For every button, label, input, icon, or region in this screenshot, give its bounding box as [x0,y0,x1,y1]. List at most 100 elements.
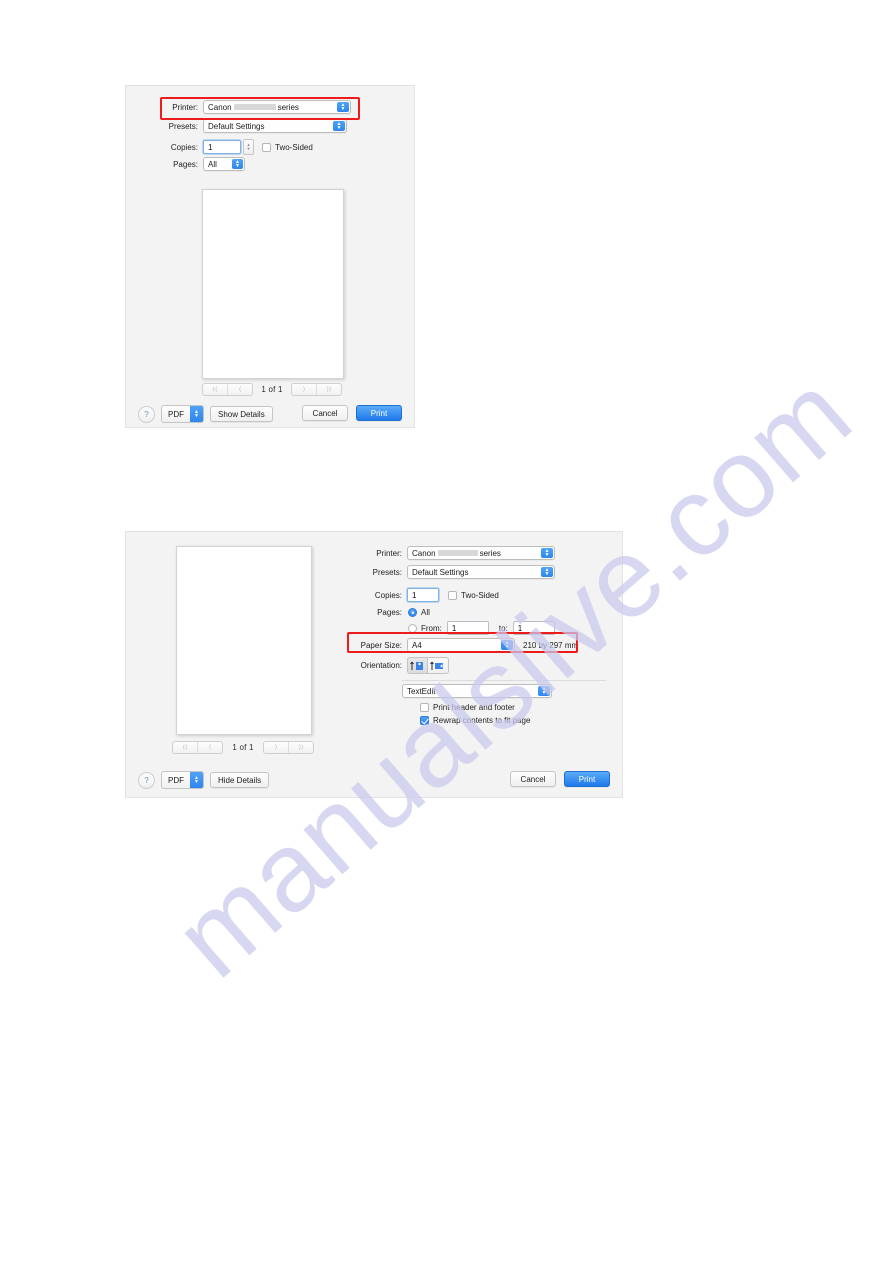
pager-prev-group[interactable]: ⟨⟨ ⟨ [202,383,253,396]
chevron-updown-icon: ▲ ▼ [190,406,203,422]
print-button[interactable]: Print [564,771,610,787]
pdf-button-label: PDF [168,409,184,419]
pager-first-button[interactable]: ⟨⟨ [203,384,228,395]
presets-value: Default Settings [208,121,265,131]
dialog-bottom-bar: ? PDF ▲ ▼ Hide Details Cancel Print [126,769,622,797]
copies-label: Copies: [170,142,198,152]
pages-range-radio[interactable] [408,623,417,633]
pages-label: Pages: [377,608,402,617]
rewrap-row: Rewrap contents to fit page [420,716,640,725]
rewrap-label: Rewrap contents to fit page [433,716,531,725]
print-button[interactable]: Print [356,405,402,421]
presets-row: Presets: Default Settings ▲ ▼ [126,119,414,133]
copies-row: Copies: 1 Two-Sided [340,588,622,602]
pager-page-label: 1 of 1 [261,385,283,394]
pages-to-input[interactable]: 1 [512,621,555,635]
copies-input[interactable]: 1 [407,588,439,602]
printer-select[interactable]: Canon series ▲ ▼ [203,100,351,114]
chevron-updown-icon: ▲ ▼ [232,159,243,169]
printer-value-suffix: series [277,102,299,112]
printer-select[interactable]: Canon series ▲ ▼ [407,546,555,560]
pager-prev-button[interactable]: ⟨ [228,384,252,395]
pager-next-button[interactable]: ⟩ [264,742,289,753]
pdf-button[interactable]: PDF ▲ ▼ [161,771,204,789]
pages-all-label: All [421,608,430,617]
pages-range-row: From: 1 to: 1 [340,621,622,635]
presets-value: Default Settings [412,567,469,577]
portrait-icon [409,661,423,670]
printer-row: Printer: Canon series ▲ ▼ [340,546,622,560]
app-panel-row: TextEdit ▲ ▼ [402,684,622,698]
printer-value-prefix: Canon [412,548,436,558]
printer-row: Printer: Canon series ▲ ▼ [126,100,414,114]
cancel-button[interactable]: Cancel [302,405,348,421]
chevron-updown-icon: ▲ ▼ [501,640,513,650]
pager-last-button[interactable]: ⟩⟩ [317,384,341,395]
paper-size-dimensions: 210 by 297 mm [523,640,579,650]
presets-select[interactable]: Default Settings ▲ ▼ [407,565,555,579]
app-panel-value: TextEdit [407,686,436,696]
pages-row: Pages: All ▲ ▼ [126,157,414,171]
pager-prev-group[interactable]: ⟨⟨ ⟨ [172,741,223,754]
printer-label: Printer: [172,102,198,112]
presets-row: Presets: Default Settings ▲ ▼ [340,565,622,579]
print-dialog-collapsed: Printer: Canon series ▲ ▼ Presets: Defaul… [126,86,414,427]
help-button[interactable]: ? [138,405,155,423]
paper-size-select[interactable]: A4 ▲ ▼ [407,638,515,652]
print-dialog-expanded: ⟨⟨ ⟨ 1 of 1 ⟩ ⟩⟩ Printer: Canon series ▲… [126,532,622,797]
paper-size-value: A4 [412,640,422,650]
paper-size-label: Paper Size: [360,640,402,650]
print-preview [176,546,312,735]
presets-label: Presets: [168,121,198,131]
landscape-icon [430,661,443,670]
printer-label: Printer: [376,548,402,558]
pages-value: All [208,159,217,169]
pager-next-button[interactable]: ⟩ [292,384,317,395]
rewrap-checkbox[interactable] [420,716,429,725]
pages-from-input[interactable]: 1 [446,621,489,635]
copies-row: Copies: 1 ▲ ▼ Two-Sided [126,139,414,155]
printer-value-prefix: Canon [208,102,232,112]
pager-prev-button[interactable]: ⟨ [198,742,222,753]
help-button[interactable]: ? [138,771,155,789]
copies-label: Copies: [374,590,402,600]
pager-page-label: 1 of 1 [232,743,254,752]
dialog-bottom-bar: ? PDF ▲ ▼ Show Details Cancel Print [126,403,414,427]
presets-select[interactable]: Default Settings ▲ ▼ [203,119,347,133]
printer-redacted-model [437,550,478,556]
pages-from-label: From: [421,623,442,633]
chevron-updown-icon: ▲ ▼ [333,121,345,131]
print-preview [202,189,344,379]
two-sided-checkbox[interactable] [262,142,271,152]
orientation-portrait-button[interactable] [407,657,428,674]
copies-input[interactable]: 1 [203,140,241,154]
cancel-button[interactable]: Cancel [510,771,556,787]
chevron-updown-icon: ▲ ▼ [337,102,349,112]
pager-first-button[interactable]: ⟨⟨ [173,742,198,753]
show-details-button[interactable]: Show Details [210,406,273,422]
pages-select[interactable]: All ▲ ▼ [203,157,245,171]
presets-label: Presets: [372,567,402,577]
pager-last-button[interactable]: ⟩⟩ [289,742,313,753]
print-header-footer-row: Print header and footer [420,703,640,712]
pager-next-group[interactable]: ⟩ ⟩⟩ [291,383,342,396]
printer-value-suffix: series [479,548,501,558]
chevron-updown-icon: ▲ ▼ [541,567,553,577]
print-header-footer-checkbox[interactable] [420,703,429,712]
pages-row: Pages: All [340,608,622,617]
copies-stepper[interactable]: ▲ ▼ [243,139,254,155]
two-sided-label: Two-Sided [461,590,499,600]
pdf-button[interactable]: PDF ▲ ▼ [161,405,204,423]
orientation-landscape-button[interactable] [428,657,449,674]
hide-details-button[interactable]: Hide Details [210,772,270,788]
two-sided-checkbox[interactable] [448,590,457,600]
app-panel-select[interactable]: TextEdit ▲ ▼ [402,684,552,698]
print-header-footer-label: Print header and footer [433,703,515,712]
chevron-updown-icon: ▲ ▼ [190,772,203,788]
orientation-row: Orientation: [340,657,622,674]
pager-next-group[interactable]: ⟩ ⟩⟩ [263,741,314,754]
pdf-button-label: PDF [168,775,184,785]
paper-size-row: Paper Size: A4 ▲ ▼ 210 by 297 mm [340,638,622,652]
pages-all-radio[interactable] [408,608,417,617]
orientation-label: Orientation: [360,661,402,670]
